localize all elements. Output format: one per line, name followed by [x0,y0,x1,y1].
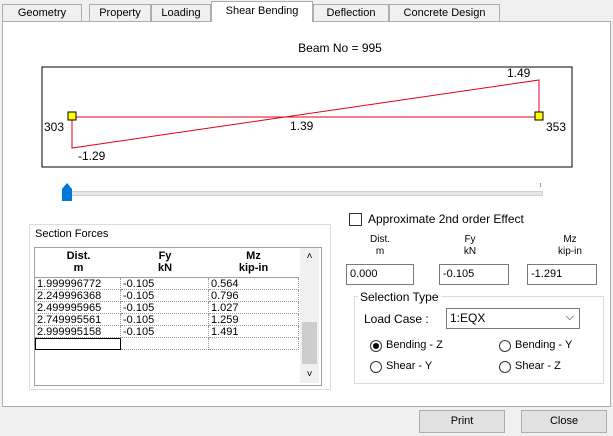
selection-type-title: Selection Type [358,290,441,304]
scroll-thumb[interactable] [302,322,317,364]
section-forces-title: Section Forces [33,228,111,240]
table-cell-fy[interactable]: -0.105 [121,290,209,302]
header-fy-name: Fy [158,250,172,262]
bending-z-label[interactable]: Bending - Z [386,339,443,351]
slider-tick [540,183,541,187]
bending-y-label[interactable]: Bending - Y [515,339,572,351]
dist-header-name: Dist. [370,234,390,245]
position-slider-track[interactable] [64,191,543,196]
mz-value-field[interactable]: -1.291 [527,264,597,285]
table-cell-empty[interactable] [121,338,209,350]
mz-header-unit: kip-in [558,246,582,257]
shear-z-label[interactable]: Shear - Z [515,360,561,372]
fy-header-unit: kN [463,246,477,257]
chevron-down-icon[interactable]: ⌵ [566,310,574,325]
header-dist-name: Dist. [66,250,91,262]
left-support-node[interactable] [67,111,77,121]
mid-value-label: 1.39 [290,119,314,133]
table-cell-dist[interactable]: 2.999995158 [35,326,121,338]
mz-header-name: Mz [563,234,577,245]
header-fy-unit: kN [157,262,173,274]
table-cell-empty[interactable] [35,338,121,350]
dist-header-unit: m [375,246,385,257]
fy-header: Fy kN [435,234,505,258]
bending-z-radio[interactable] [370,340,382,352]
fy-header-name: Fy [464,234,476,245]
table-cell-mz[interactable]: 1.027 [209,302,299,314]
load-case-dropdown[interactable]: 1:EQX ⌵ [446,308,580,329]
load-case-value: 1:EQX [450,311,486,325]
header-mz-unit: kip-in [238,262,269,274]
header-mz-name: Mz [246,250,261,262]
position-slider-thumb[interactable] [61,183,73,202]
print-button[interactable]: Print [419,410,505,433]
shear-y-label[interactable]: Shear - Y [386,360,432,372]
table-cell-dist[interactable]: 1.999996772 [35,278,121,290]
dist-value-field[interactable]: 0.000 [346,264,414,285]
table-cell-fy[interactable]: -0.105 [121,326,209,338]
left-support-label: 303 [44,120,65,134]
shear-y-radio[interactable] [370,361,382,373]
load-case-label: Load Case : [364,312,429,326]
table-cell-fy[interactable]: -0.105 [121,278,209,290]
table-cell-empty[interactable] [209,338,299,350]
table-cell-mz[interactable]: 0.564 [209,278,299,290]
right-support-label: 353 [546,120,567,134]
approx-2nd-order-label[interactable]: Approximate 2nd order Effect [368,212,524,226]
mz-header: Mz kip-in [535,234,605,258]
column-header-fy: Fy kN [122,250,208,274]
right-value-label: 1.49 [507,66,531,80]
close-button[interactable]: Close [521,410,607,433]
dist-header: Dist. m [345,234,415,258]
table-cell-dist[interactable]: 2.749995561 [35,314,121,326]
table-cell-dist[interactable]: 2.499995965 [35,302,121,314]
left-value-label: -1.29 [78,149,106,163]
column-header-mz: Mz kip-in [209,250,298,274]
table-cell-mz[interactable]: 1.259 [209,314,299,326]
table-cell-mz[interactable]: 0.796 [209,290,299,302]
table-cell-fy[interactable]: -0.105 [121,314,209,326]
bending-y-radio[interactable] [499,340,511,352]
approx-2nd-order-checkbox[interactable] [349,213,362,226]
scroll-up-icon[interactable]: ˄ [300,248,319,265]
table-cell-fy[interactable]: -0.105 [121,302,209,314]
tab-shear-bending[interactable]: Shear Bending [211,1,313,22]
fy-value-field[interactable]: -0.105 [439,264,509,285]
table-cell-dist[interactable]: 2.249996368 [35,290,121,302]
column-header-dist: Dist. m [36,250,121,274]
shear-z-radio[interactable] [499,361,511,373]
header-dist-unit: m [73,262,84,274]
right-support-node[interactable] [534,111,544,121]
table-cell-mz[interactable]: 1.491 [209,326,299,338]
scroll-down-icon[interactable]: ˅ [300,366,319,383]
